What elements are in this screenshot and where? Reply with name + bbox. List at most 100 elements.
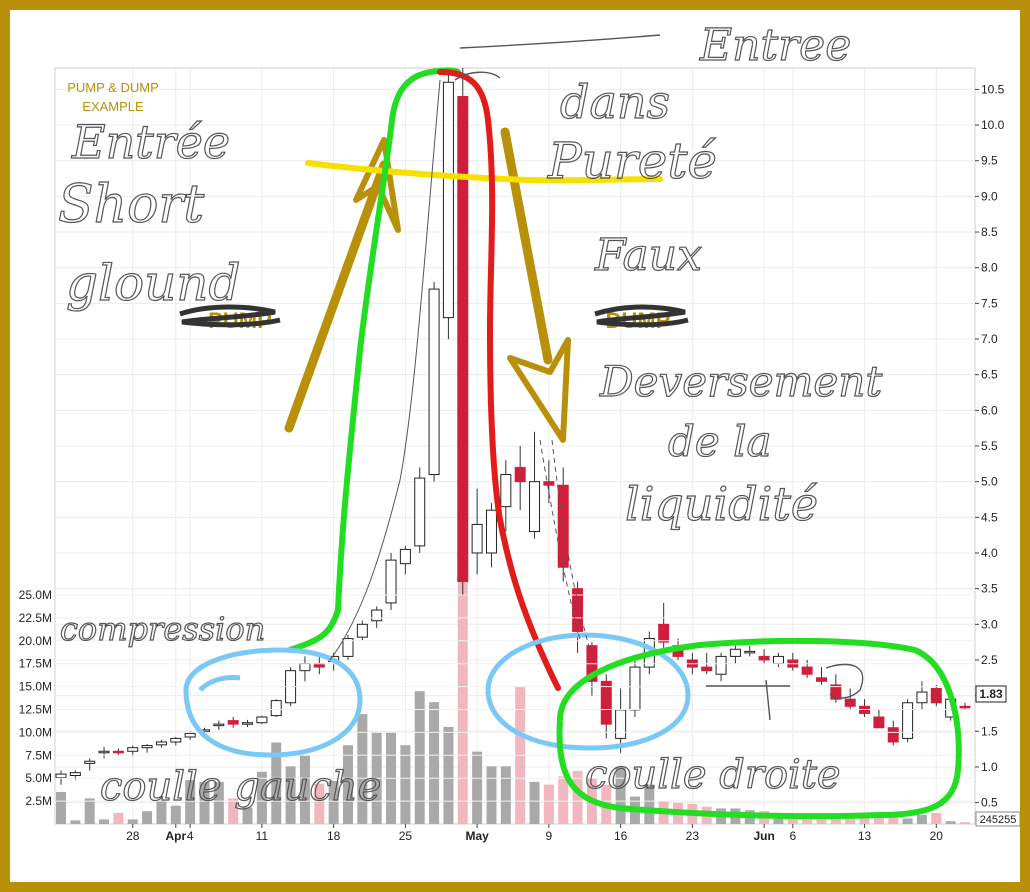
price-tick-label: 8.5 [981, 225, 998, 239]
svg-text:Deversement: Deversement [599, 357, 882, 406]
volume-tick-label: 5.0M [25, 771, 52, 785]
date-tick-label: 13 [858, 829, 872, 843]
candle-body [485, 509, 497, 554]
volume-tick-label: 2.5M [25, 794, 52, 808]
volume-bar [529, 781, 540, 824]
svg-text:dans: dans [560, 75, 670, 129]
price-tick-label: 6.0 [981, 403, 998, 417]
candle-body [887, 727, 899, 743]
candle-body [658, 623, 670, 643]
date-tick-label: Apr [165, 829, 186, 843]
candle-body [529, 481, 541, 533]
volume-tick-label: 15.0M [19, 680, 52, 694]
volume-bar [414, 691, 425, 824]
candle-body [916, 691, 928, 704]
volume-bar [56, 791, 66, 824]
annotation-compression: compression [60, 610, 265, 648]
volume-bar [960, 822, 970, 824]
candle-body [701, 666, 713, 672]
candle-body [299, 663, 311, 672]
candle-body [514, 466, 526, 483]
volume-tick-label: 20.0M [19, 634, 52, 648]
volume-bar [888, 817, 899, 824]
date-tick-label: 23 [686, 829, 700, 843]
volume-bar [931, 813, 942, 824]
date-tick-label: 9 [546, 829, 553, 843]
svg-text:liquidité: liquidité [625, 477, 818, 531]
date-tick-label: 28 [126, 829, 140, 843]
candle-body [801, 666, 813, 675]
price-tick-label: 10.0 [981, 118, 1005, 132]
candle-body [84, 760, 96, 764]
volume-bar [486, 766, 497, 824]
candle-body [242, 722, 254, 725]
price-tick-label: 9.0 [981, 189, 998, 203]
candle-body [758, 655, 770, 661]
volume-bar [443, 726, 454, 824]
date-tick-label: 11 [256, 829, 269, 843]
candle-body [729, 648, 741, 657]
chart-title-line1: PUMP & DUMP [67, 80, 159, 95]
date-tick-label: May [465, 829, 489, 843]
candle-body [744, 650, 756, 654]
candle-body [227, 720, 239, 725]
last-volume-tag: 245255 [975, 811, 1020, 827]
chart-title-line2: EXAMPLE [82, 99, 144, 114]
candle-body [772, 655, 784, 665]
candle-body [141, 745, 153, 749]
volume-bar [543, 784, 554, 824]
date-axis: 28 Apr 4 11 18 25 May 9 16 23 Jun 6 13 20 [126, 824, 943, 843]
volume-bar [70, 820, 81, 824]
volume-tick-label: 12.5M [19, 703, 52, 717]
candle-body [959, 705, 971, 709]
date-tick-label: 6 [789, 829, 796, 843]
price-tick-label: 4.0 [981, 546, 998, 560]
volume-bar [902, 818, 913, 824]
annotation-entree-top: Entree [699, 20, 851, 71]
last-price-tag: 1.83 [975, 685, 1007, 703]
candle-body [213, 723, 225, 727]
svg-text:Faux: Faux [594, 230, 702, 281]
volume-tick-label: 7.5M [25, 748, 52, 762]
candle-body [170, 737, 182, 743]
annotation-coulle-droite: coulle droite [585, 752, 841, 798]
price-tick-label: 6.5 [981, 368, 998, 382]
candle-body [356, 623, 368, 638]
candle-body [557, 484, 569, 568]
volume-tick-label: 10.0M [19, 725, 52, 739]
svg-text:Entrée: Entrée [71, 115, 230, 169]
candle-body [184, 732, 196, 738]
candle-body [615, 709, 627, 739]
chart-frame: 0.51.01.52.02.53.03.54.04.55.05.56.06.57… [0, 0, 1030, 892]
candle-body [873, 716, 885, 729]
candle-body [55, 773, 67, 779]
candle-body [471, 523, 483, 554]
svg-text:Short: Short [58, 175, 204, 235]
volume-tick-label: 25.0M [19, 588, 52, 602]
candle-body [127, 747, 139, 752]
candle-body [112, 750, 124, 754]
annotation-coulle-gauche: coulle gauche [100, 764, 381, 810]
candle-body [385, 559, 397, 604]
volume-bar [429, 702, 440, 824]
volume-bar [400, 745, 411, 824]
price-tick-label: 3.5 [981, 582, 998, 596]
candle-body [414, 477, 426, 547]
volume-bar [500, 766, 511, 824]
price-tick-label: 5.5 [981, 439, 998, 453]
candle-body [399, 548, 411, 565]
price-tick-label: 2.5 [981, 653, 998, 667]
volume-bar [916, 814, 927, 824]
volume-bar [558, 776, 569, 824]
candle-body [816, 677, 828, 682]
volume-bar [84, 798, 95, 824]
volume-bar [127, 819, 138, 824]
candle-body [457, 96, 469, 583]
price-tick-label: 5.0 [981, 475, 998, 489]
candle-body [543, 481, 555, 486]
candle-body [98, 750, 110, 754]
candle-body [600, 680, 612, 725]
candle-body [442, 81, 454, 319]
svg-text:de la: de la [668, 417, 772, 466]
date-tick-label: 25 [399, 829, 413, 843]
